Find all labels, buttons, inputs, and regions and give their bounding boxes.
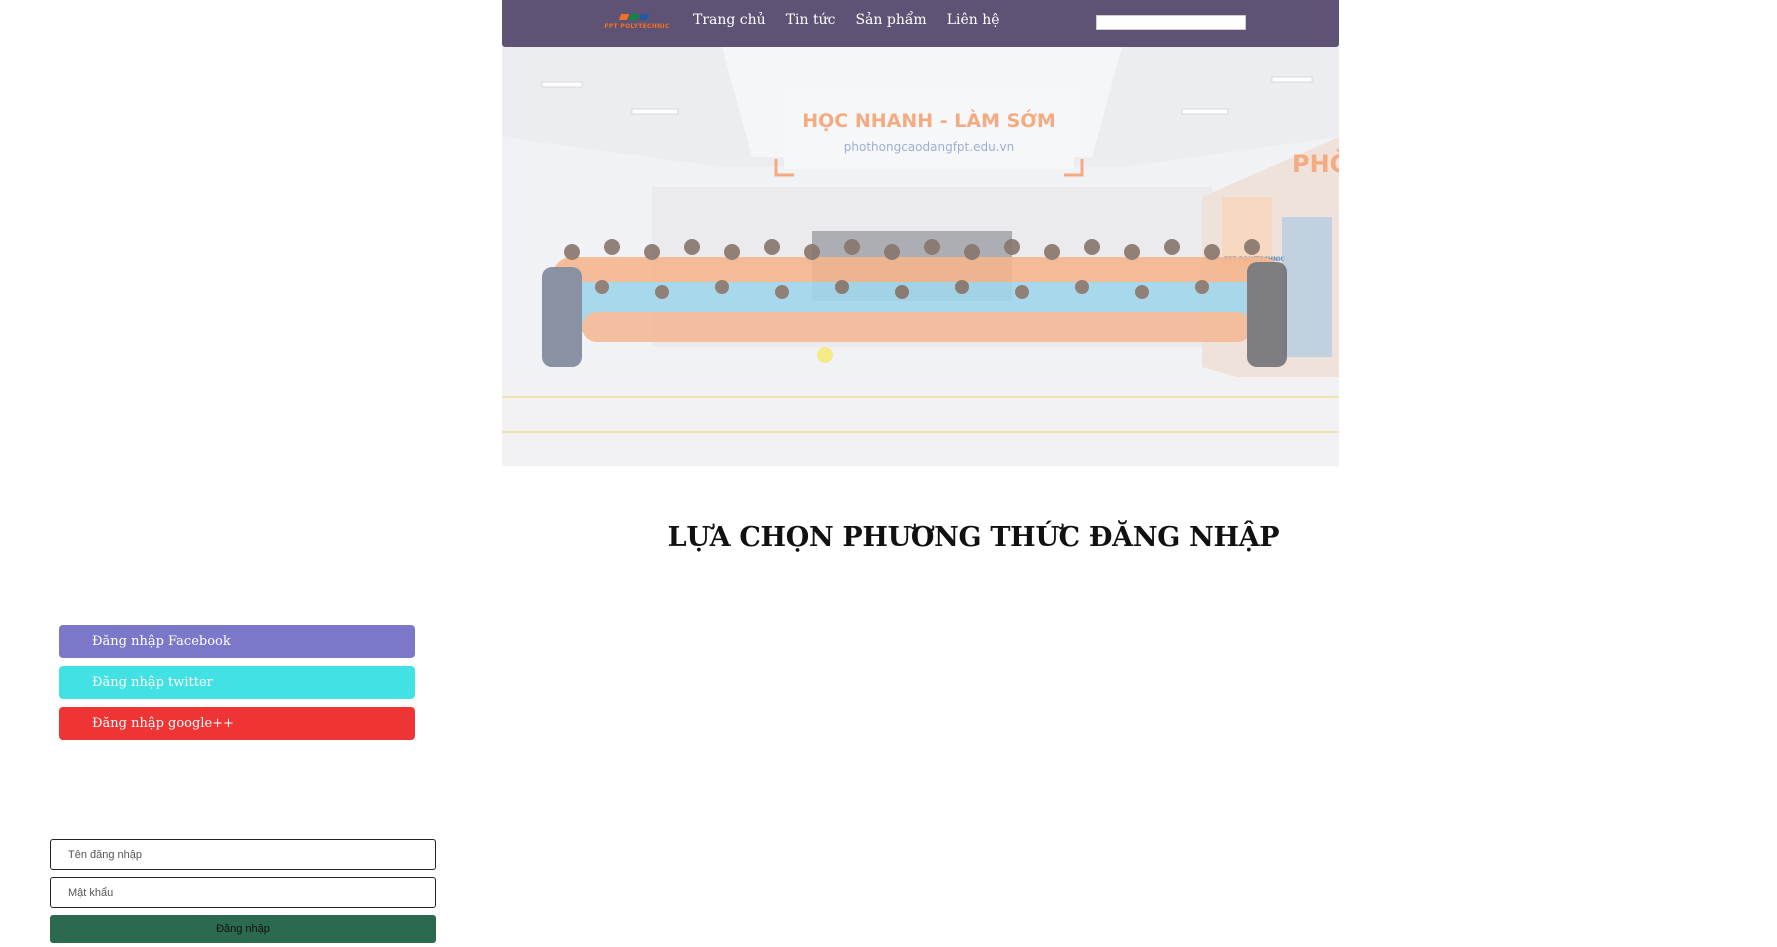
nav-item-products[interactable]: Sản phẩm — [855, 12, 926, 28]
main-nav: Trang chủ Tin tức Sản phẩm Liên hệ — [693, 12, 1020, 28]
search-input[interactable] — [1096, 15, 1246, 30]
nav-item-news[interactable]: Tin tức — [786, 12, 836, 28]
google-login-button[interactable]: Đăng nhập google++ — [59, 707, 415, 740]
header-bar: FPT POLYTECHNIC Trang chủ Tin tức Sản ph… — [502, 0, 1339, 47]
login-submit-button[interactable]: Đăng nhập — [50, 915, 436, 943]
nav-item-home[interactable]: Trang chủ — [693, 12, 766, 28]
username-input[interactable] — [50, 839, 436, 870]
logo-text: FPT POLYTECHNIC — [604, 23, 670, 30]
logo-mark-icon — [614, 12, 654, 22]
facebook-login-button[interactable]: Đăng nhập Facebook — [59, 625, 415, 658]
fpt-polytechnic-logo[interactable]: FPT POLYTECHNIC — [594, 12, 680, 34]
nav-item-contact[interactable]: Liên hệ — [947, 12, 1000, 28]
twitter-login-button[interactable]: Đăng nhập twitter — [59, 666, 415, 699]
page-title: LỰA CHỌN PHƯƠNG THỨC ĐĂNG NHẬP — [667, 522, 1280, 553]
banner-photo: HỌC NHANH - LÀM SỚM phothongcaodangfpt.e… — [502, 47, 1339, 466]
password-input[interactable] — [50, 877, 436, 908]
